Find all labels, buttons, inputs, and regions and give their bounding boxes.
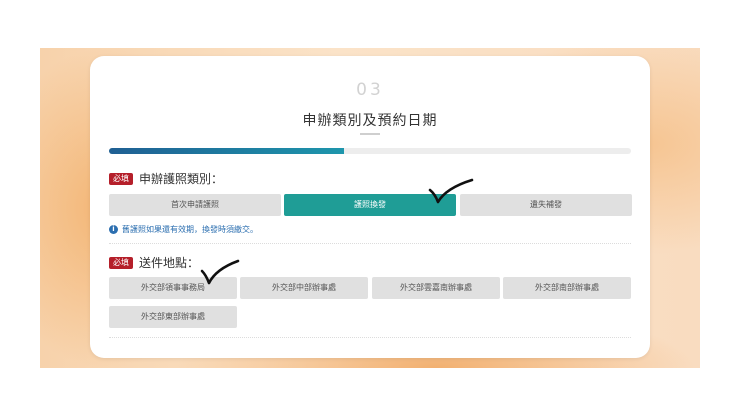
title-underline xyxy=(360,133,380,135)
renewal-note: i 舊護照如果還有效期，換發時須繳交。 xyxy=(109,224,258,235)
renewal-note-text: 舊護照如果還有效期，換發時須繳交。 xyxy=(122,225,258,234)
application-type-label-row: 必填 申辦護照類別： xyxy=(109,170,223,187)
delivery-label: 送件地點： xyxy=(139,256,200,270)
delivery-label-row: 必填 送件地點： xyxy=(109,254,199,271)
option-eastern-office[interactable]: 外交部東部辦事處 xyxy=(109,306,237,328)
progress-bar xyxy=(109,148,631,154)
checkmark-icon xyxy=(428,178,474,204)
required-badge: 必填 xyxy=(109,172,133,185)
option-lost-replacement[interactable]: 遺失補發 xyxy=(460,194,632,216)
option-yunchianan-office[interactable]: 外交部雲嘉南辦事處 xyxy=(372,277,500,299)
section-divider xyxy=(109,337,631,338)
step-title: 申辦類別及預約日期 xyxy=(302,113,438,129)
option-first-application[interactable]: 首次申請護照 xyxy=(109,194,281,216)
info-icon: i xyxy=(109,225,118,234)
section-divider xyxy=(109,243,631,244)
form-card: 03 申辦類別及預約日期 必填 申辦護照類別： 首次申請護照 護照換發 遺失補發… xyxy=(90,56,650,358)
step-number: 03 xyxy=(356,80,384,100)
option-central-office[interactable]: 外交部中部辦事處 xyxy=(240,277,368,299)
checkmark-icon xyxy=(200,259,240,285)
required-badge: 必填 xyxy=(109,256,133,269)
option-southern-office[interactable]: 外交部南部辦事處 xyxy=(503,277,631,299)
application-type-label: 申辦護照類別： xyxy=(139,172,224,186)
progress-fill xyxy=(109,148,344,154)
